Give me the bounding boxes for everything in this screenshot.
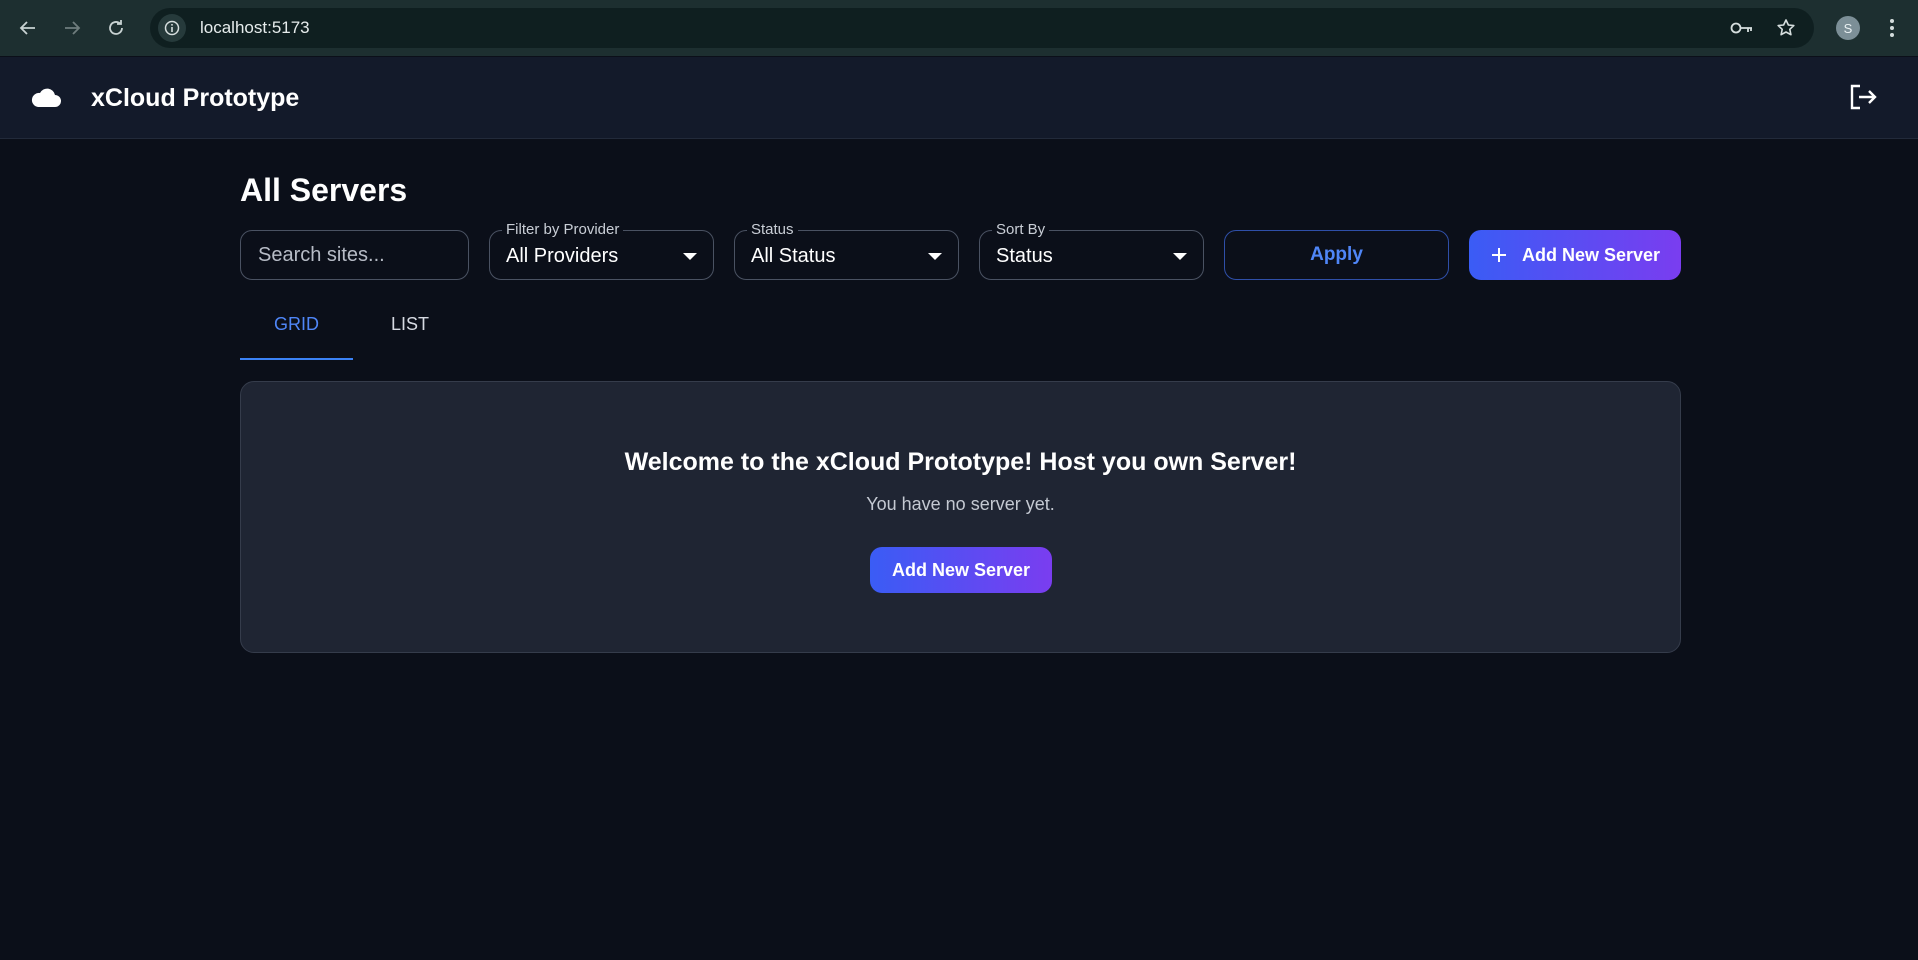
caret-down-icon xyxy=(1173,253,1187,260)
app-title: xCloud Prototype xyxy=(91,84,300,112)
app-header: xCloud Prototype xyxy=(0,57,1918,139)
back-button[interactable] xyxy=(6,0,50,56)
caret-down-icon xyxy=(928,253,942,260)
provider-filter-select[interactable]: Filter by Provider All Providers xyxy=(489,221,714,280)
browser-toolbar: localhost:5173 S xyxy=(0,0,1918,56)
site-info-icon xyxy=(164,20,180,36)
add-new-server-button[interactable]: Add New Server xyxy=(1469,230,1681,280)
logout-icon[interactable] xyxy=(1848,83,1878,111)
tab-list[interactable]: LIST xyxy=(380,314,440,360)
url-text[interactable]: localhost:5173 xyxy=(200,18,310,38)
add-new-server-label: Add New Server xyxy=(1521,244,1661,265)
forward-button[interactable] xyxy=(50,0,94,56)
empty-state-add-server-button[interactable]: Add New Server xyxy=(870,547,1052,593)
tab-grid[interactable]: GRID xyxy=(240,314,353,360)
reload-icon xyxy=(109,20,123,35)
caret-down-icon xyxy=(683,253,697,260)
password-key-icon[interactable] xyxy=(1730,20,1754,36)
plus-icon xyxy=(1491,248,1506,262)
empty-state-title: Welcome to the xCloud Prototype! Host yo… xyxy=(624,448,1297,476)
status-filter-label: Status xyxy=(747,221,798,238)
provider-filter-value: All Providers xyxy=(506,245,619,267)
page-title: All Servers xyxy=(240,172,408,208)
site-info-button[interactable] xyxy=(158,14,186,42)
back-arrow-icon xyxy=(19,21,35,35)
cloud-icon xyxy=(31,88,61,107)
bookmark-star-icon[interactable] xyxy=(1776,18,1796,38)
address-bar[interactable]: localhost:5173 xyxy=(150,8,1814,48)
sort-by-label: Sort By xyxy=(992,221,1050,238)
menu-kebab-icon[interactable] xyxy=(1882,14,1902,42)
provider-filter-label: Filter by Provider xyxy=(502,221,624,238)
empty-state-card: Welcome to the xCloud Prototype! Host yo… xyxy=(240,381,1681,653)
sort-by-value: Status xyxy=(996,245,1053,267)
search-input[interactable] xyxy=(240,230,469,280)
sort-by-select[interactable]: Sort By Status xyxy=(979,221,1204,280)
profile-avatar[interactable]: S xyxy=(1836,16,1860,40)
apply-button[interactable]: Apply xyxy=(1224,230,1449,280)
reload-button[interactable] xyxy=(94,0,138,56)
empty-state-subtitle: You have no server yet. xyxy=(866,494,1055,514)
forward-arrow-icon xyxy=(65,21,81,35)
status-filter-select[interactable]: Status All Status xyxy=(734,221,959,280)
status-filter-value: All Status xyxy=(751,245,836,267)
